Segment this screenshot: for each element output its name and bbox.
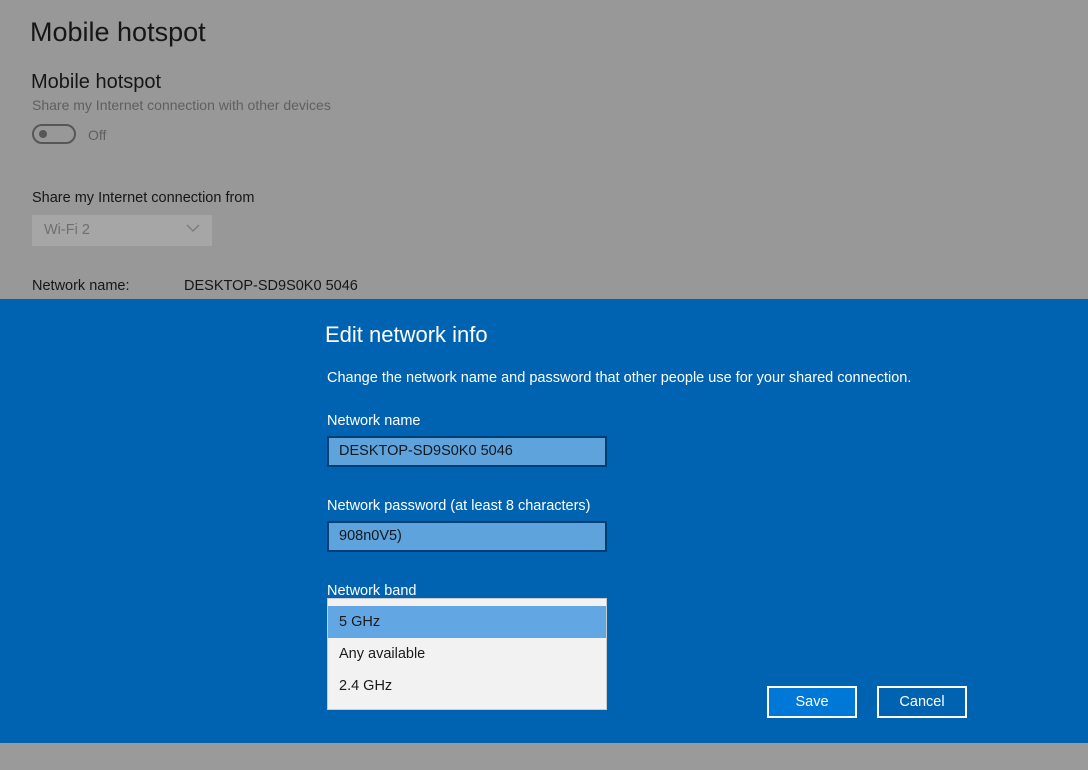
section-title: Mobile hotspot [31, 71, 162, 93]
network-name-field-label: Network name [327, 413, 421, 429]
share-from-dropdown[interactable]: Wi-Fi 2 [32, 215, 212, 246]
network-name-input[interactable]: DESKTOP-SD9S0K0 5046 [327, 436, 607, 467]
band-option-label: 5 GHz [339, 614, 381, 630]
band-option-any[interactable]: Any available [328, 638, 606, 670]
chevron-down-icon [186, 221, 200, 235]
network-password-input-value: 908n0V5) [339, 528, 402, 544]
dialog-description: Change the network name and password tha… [327, 370, 912, 386]
network-band-label: Network band [327, 583, 417, 599]
network-name-input-value: DESKTOP-SD9S0K0 5046 [339, 443, 513, 459]
network-name-value: DESKTOP-SD9S0K0 5046 [184, 278, 358, 294]
background-page-bottom [0, 743, 1088, 770]
band-option-label: 2.4 GHz [339, 678, 393, 694]
network-password-input[interactable]: 908n0V5) [327, 521, 607, 552]
save-button[interactable]: Save [767, 686, 857, 718]
band-option-2-4ghz[interactable]: 2.4 GHz [328, 670, 606, 702]
hotspot-toggle[interactable] [32, 124, 76, 144]
network-name-label: Network name: [32, 278, 130, 294]
band-option-label: Any available [339, 646, 426, 662]
section-description: Share my Internet connection with other … [32, 97, 331, 113]
network-password-field-label: Network password (at least 8 characters) [327, 498, 591, 514]
page-title: Mobile hotspot [30, 17, 206, 47]
toggle-knob [39, 130, 47, 138]
dialog-title: Edit network info [325, 322, 488, 347]
hotspot-toggle-state: Off [88, 127, 107, 143]
network-band-dropdown-list: 5 GHz Any available 2.4 GHz [327, 598, 607, 710]
edit-network-dialog: Edit network info Change the network nam… [0, 299, 1088, 743]
band-option-5ghz[interactable]: 5 GHz [328, 606, 606, 638]
cancel-button[interactable]: Cancel [877, 686, 967, 718]
share-from-label: Share my Internet connection from [32, 190, 255, 206]
share-from-value: Wi-Fi 2 [44, 222, 90, 238]
